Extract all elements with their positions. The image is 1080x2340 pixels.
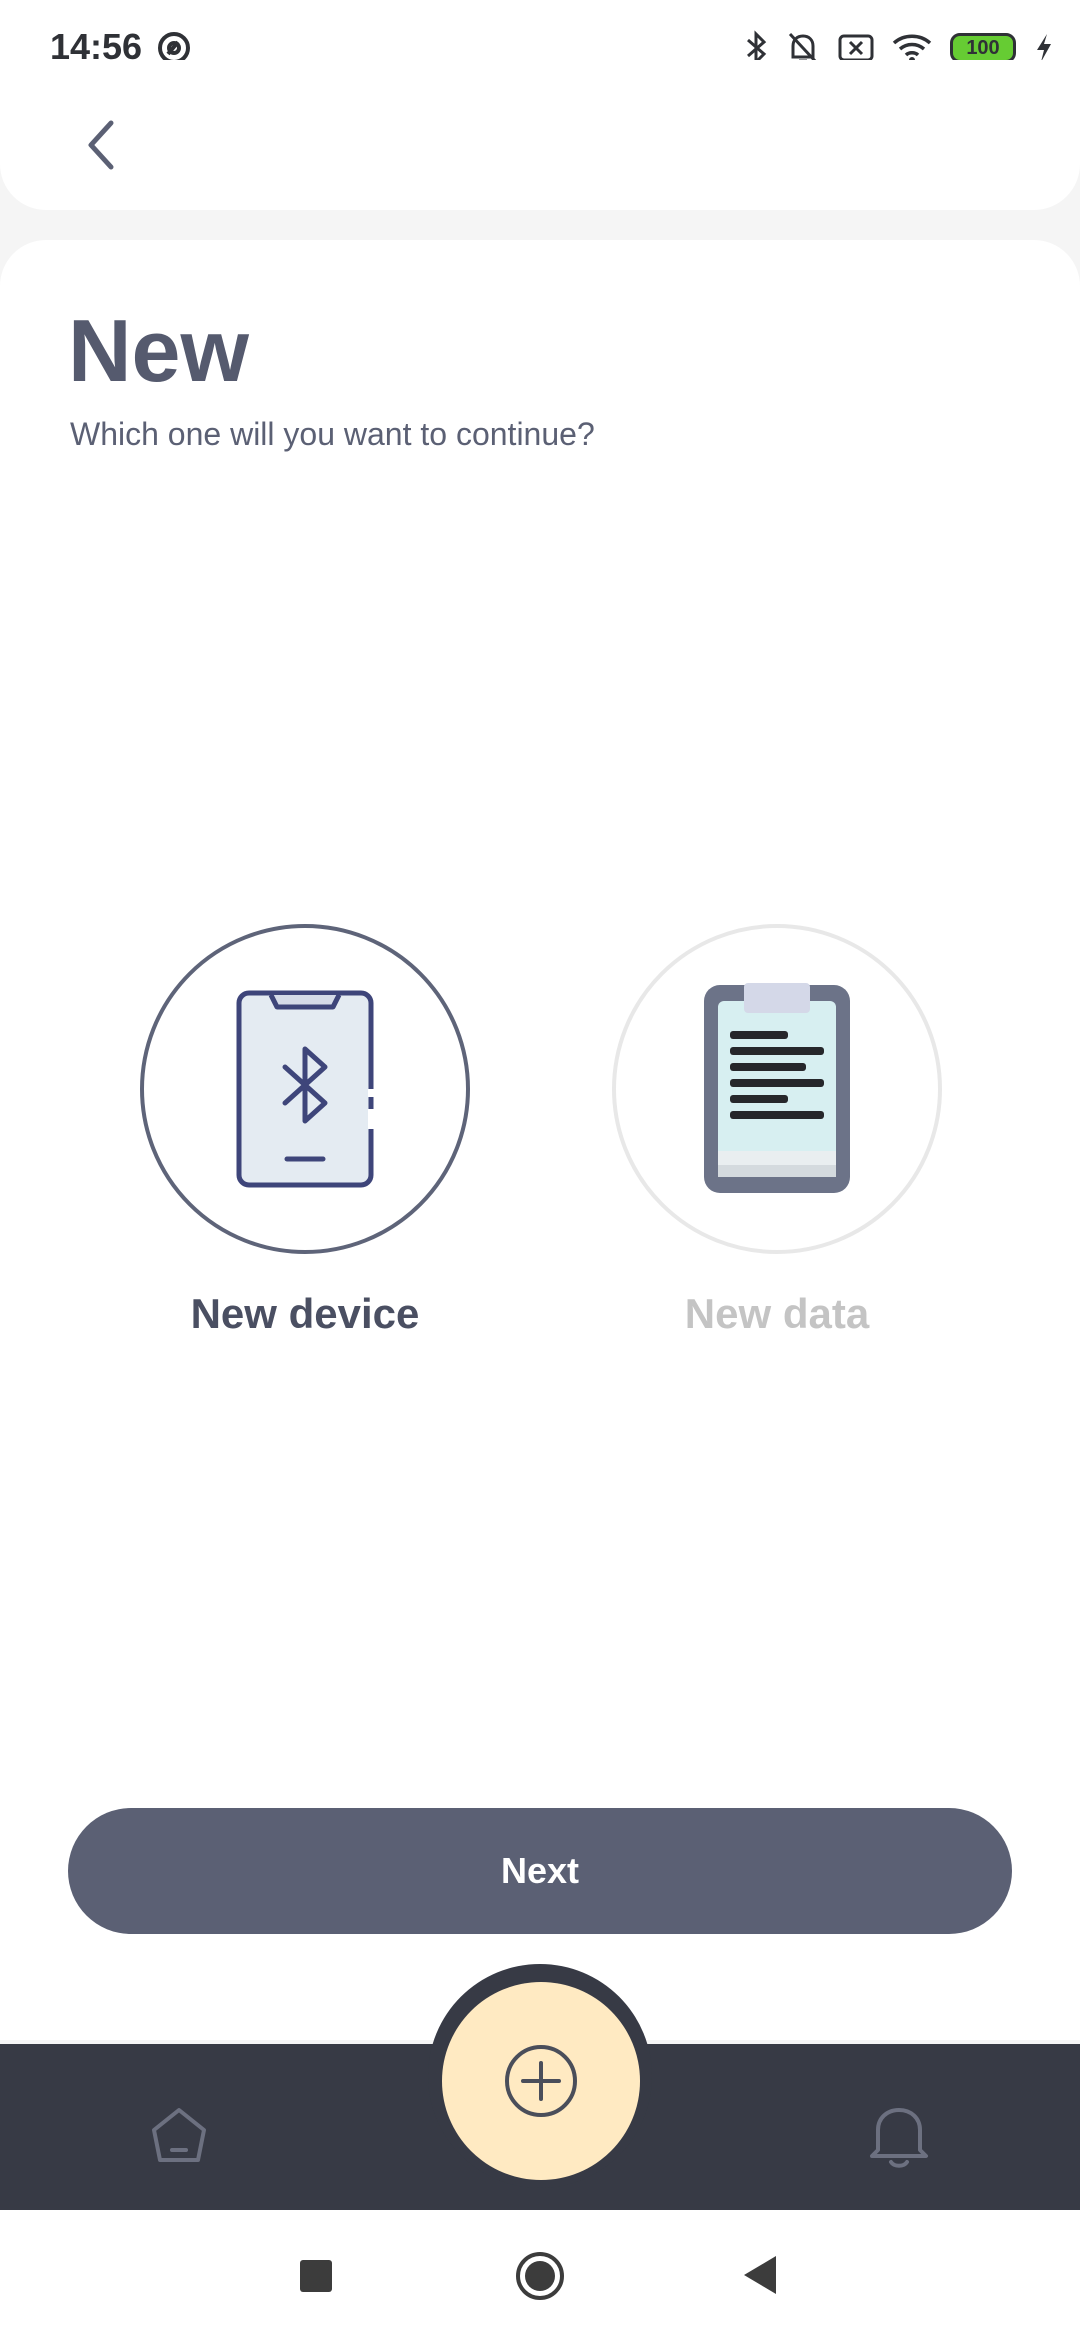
add-icon	[505, 2045, 577, 2117]
next-button[interactable]: Next	[68, 1808, 1012, 1934]
recent-apps-icon[interactable]	[300, 2260, 332, 2292]
page-title: New	[68, 301, 249, 400]
option-new-data[interactable]: New data	[612, 924, 942, 1338]
system-home-icon[interactable]	[514, 2250, 566, 2302]
chevron-left-icon	[88, 120, 114, 170]
option-new-device-label: New device	[190, 1290, 420, 1337]
option-new-data-circle	[612, 924, 942, 1254]
system-back-icon[interactable]	[742, 2254, 778, 2296]
bluetooth-phone-icon	[236, 990, 374, 1188]
add-button[interactable]	[442, 1982, 640, 2180]
option-new-device[interactable]: New device	[140, 924, 470, 1338]
bell-icon[interactable]	[866, 2100, 932, 2170]
clipboard-icon	[704, 983, 850, 1193]
battery-level: 100	[966, 36, 1000, 59]
page-subtitle: Which one will you want to continue?	[70, 416, 595, 452]
battery-icon: 100	[950, 33, 1016, 63]
home-icon[interactable]	[146, 2102, 212, 2168]
header-bar	[0, 60, 1080, 210]
sim-off-icon	[838, 34, 874, 62]
option-new-device-circle	[140, 924, 470, 1254]
back-button[interactable]	[66, 110, 136, 180]
option-new-data-label: New data	[684, 1290, 870, 1337]
